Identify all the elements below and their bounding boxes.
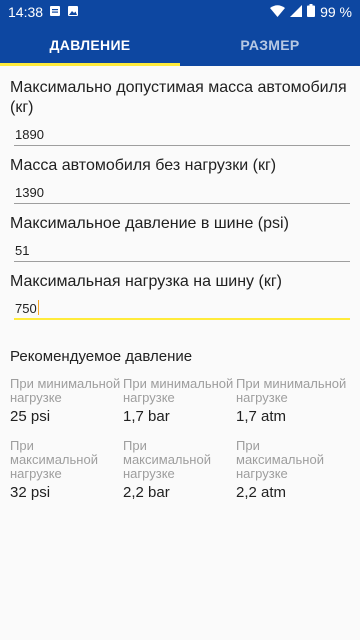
min-load-psi: 25 psi <box>10 408 51 425</box>
min-load-atm: 1,7 atm <box>236 408 287 425</box>
field-label: Максимально допустимая масса автомобиля … <box>10 79 347 116</box>
result-cell: При максимальной нагрузке 2,2 atm <box>236 438 350 502</box>
status-bar: 14:38 99 % <box>0 0 360 24</box>
field-label: Максимальная нагрузка на шину (кг) <box>10 273 282 290</box>
tab-size[interactable]: РАЗМЕР <box>180 24 360 66</box>
max-load-label: При максимальной нагрузке <box>236 438 324 481</box>
result-cell: При минимальной нагрузке 25 psi <box>10 376 123 426</box>
result-cell: При максимальной нагрузке 2,2 bar <box>123 438 236 502</box>
min-load-label: При минимальной нагрузке <box>236 376 347 405</box>
notification-image-icon <box>67 4 79 20</box>
battery-percent: 99 % <box>320 4 352 20</box>
max-load-label: При максимальной нагрузке <box>123 438 211 481</box>
main-content: Максимально допустимая масса автомобиля … <box>0 66 360 501</box>
max-tire-pressure-input[interactable]: 51 <box>14 240 350 262</box>
battery-icon <box>307 4 316 20</box>
max-load-bar: 2,2 bar <box>123 484 170 501</box>
result-cell: При максимальной нагрузке 32 psi <box>10 438 123 502</box>
field-label: Масса автомобиля без нагрузки (кг) <box>10 157 277 174</box>
wifi-icon <box>270 4 286 20</box>
tab-pressure[interactable]: ДАВЛЕНИЕ <box>0 24 180 66</box>
result-cell: При минимальной нагрузке 1,7 atm <box>236 376 350 426</box>
status-time: 14:38 <box>8 4 44 20</box>
field-empty-vehicle-mass: Масса автомобиля без нагрузки (кг) 1390 <box>10 156 350 204</box>
notification-doc-icon <box>49 4 61 20</box>
pressure-results-grid: При минимальной нагрузке 25 psi При мини… <box>10 376 350 502</box>
tab-bar: ДАВЛЕНИЕ РАЗМЕР <box>0 24 360 66</box>
max-load-psi: 32 psi <box>10 484 51 501</box>
field-label: Максимальное давление в шине (psi) <box>10 215 289 232</box>
max-load-atm: 2,2 atm <box>236 484 287 501</box>
min-load-label: При минимальной нагрузке <box>10 376 121 405</box>
max-vehicle-mass-input[interactable]: 1890 <box>14 124 350 146</box>
field-max-vehicle-mass: Максимально допустимая масса автомобиля … <box>10 78 350 146</box>
max-tire-load-input[interactable]: 750 <box>14 298 350 320</box>
field-max-tire-pressure: Максимальное давление в шине (psi) 51 <box>10 214 350 262</box>
result-cell: При минимальной нагрузке 1,7 bar <box>123 376 236 426</box>
empty-vehicle-mass-input[interactable]: 1390 <box>14 182 350 204</box>
text-caret <box>37 300 39 315</box>
min-load-bar: 1,7 bar <box>123 408 170 425</box>
signal-icon <box>290 4 303 20</box>
min-load-label: При минимальной нагрузке <box>123 376 234 405</box>
field-max-tire-load: Максимальная нагрузка на шину (кг) 750 <box>10 272 350 320</box>
max-load-label: При максимальной нагрузке <box>10 438 98 481</box>
input-value: 750 <box>15 301 37 316</box>
recommended-pressure-title: Рекомендуемое давление <box>10 348 193 365</box>
